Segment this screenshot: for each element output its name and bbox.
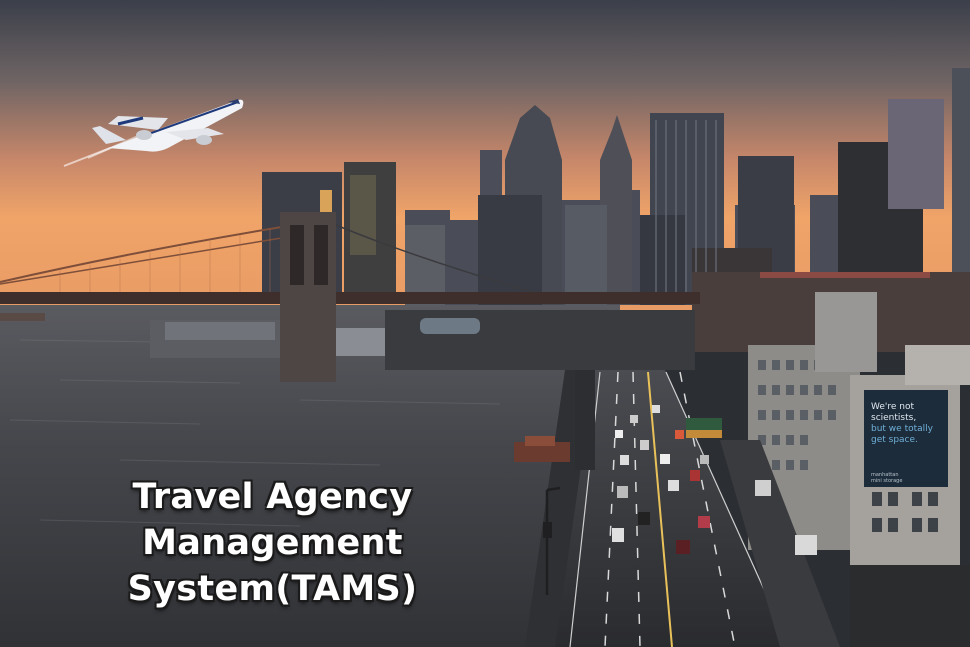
airplane-icon (63, 99, 244, 167)
billboard-line1: We're not (871, 402, 915, 412)
title-line2: System(TAMS) (127, 569, 418, 609)
title-line1: Travel Agency Management (132, 477, 413, 563)
billboard-line2: scientists, (871, 413, 917, 423)
hero-banner: We're not scientists, but we totally get… (0, 0, 970, 647)
banner-title: Travel Agency Management System(TAMS) (0, 474, 545, 612)
billboard-line4: get space. (871, 435, 918, 445)
billboard-brand2: mini storage (871, 478, 903, 484)
billboard-brand: manhattan mini storage (871, 472, 902, 484)
billboard-text: We're not scientists, but we totally get… (871, 402, 945, 484)
billboard-line3: but we totally (871, 424, 933, 434)
